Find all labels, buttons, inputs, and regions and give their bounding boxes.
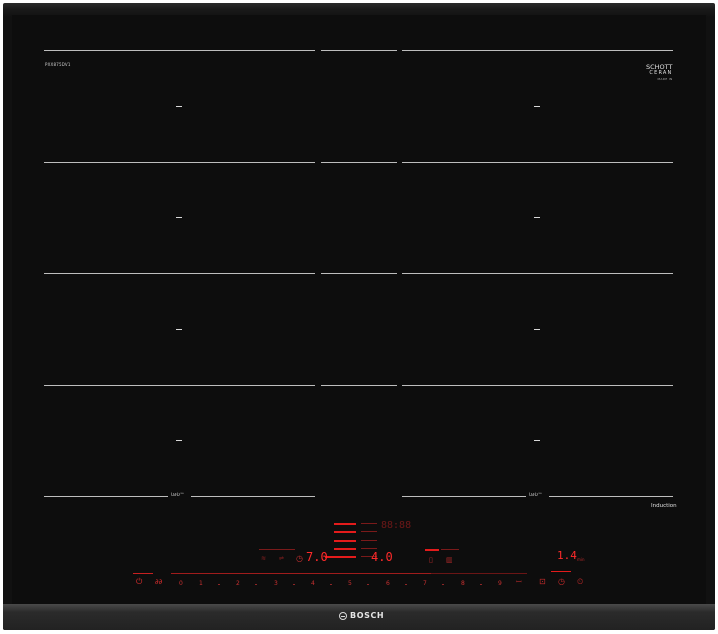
scale-dot [367,584,369,585]
child-lock-button[interactable]: ∂∂ [155,578,162,586]
power-level-7[interactable]: 7 [423,580,427,587]
zone-line [44,50,315,51]
bosch-logo-text: BOSCH [350,611,385,620]
mid-icon: ▯ [429,556,433,564]
power-level-2[interactable]: 2 [236,580,240,587]
boost-button[interactable]: ꟷ [516,578,522,586]
zone-line [321,273,397,274]
mid-icon: ▥ [446,556,453,564]
zone-level-bar [334,540,356,542]
power-level-4[interactable]: 4 [311,580,315,587]
ceramic-glass-surface [12,15,706,609]
zone-center-mark [176,329,182,330]
zone-line [402,50,673,51]
left-display-line [259,549,295,550]
zone-level-bar [334,531,356,533]
power-level-8[interactable]: 8 [461,580,465,587]
flex-zone-label-left: Ʋ∂Ʋ™ [171,493,185,498]
zone-line [321,385,397,386]
zone-line [191,496,315,497]
left-tag-icon: ⇌ [279,555,285,562]
clock-icon: ◷ [296,554,303,563]
zone-center-mark [534,329,540,330]
power-level-1[interactable]: 1 [199,580,203,587]
scale-dot [442,584,444,585]
zone-center-mark [534,440,540,441]
zone-line [44,385,315,386]
schott-small-text: MADE IN [657,77,673,81]
zone-level-bar [325,556,356,558]
scale-dot [255,584,257,585]
cooktop: PXX875DV1 SCHOTT CERAN MADE IN Ʋ∂Ʋ™ Ʋ∂Ʋ™… [3,3,715,630]
zone-level-bar-dim [361,523,377,524]
power-level-3[interactable]: 3 [274,580,278,587]
scale-dot [293,584,295,585]
scale-dot [405,584,407,585]
zone-center-mark [176,106,182,107]
power-button[interactable]: ⏻ [136,578,142,586]
zone-line [44,162,315,163]
zone-line [321,162,397,163]
left-zone-level: 7.0 [306,550,328,564]
zone-center-mark [534,106,540,107]
top-readout: 88:88 [381,520,412,531]
zone-center-mark [176,440,182,441]
bosch-logo: BOSCH [339,611,384,620]
schott-ceran-logo: SCHOTT CERAN MADE IN [646,64,673,82]
zone-level-bar-dim [361,548,377,549]
timer-indicator [551,571,571,572]
zone-line [44,496,168,497]
zone-line [321,50,397,51]
zone-line [402,385,673,386]
power-level-5[interactable]: 5 [348,580,352,587]
zone-line [402,162,673,163]
timer-button[interactable]: ◷ [558,578,565,586]
power-level-6[interactable]: 6 [386,580,390,587]
mid-indicator-line [441,549,459,550]
power-level-0[interactable]: 0 [179,580,183,587]
zone-level-bar-dim [361,531,377,532]
flex-zone-label-right: Ʋ∂Ʋ™ [529,493,543,498]
control-track-left [133,573,153,574]
model-print: PXX875DV1 [45,62,71,67]
left-tag-icon: ≋ [261,555,267,562]
scale-dot [330,584,332,585]
induction-label: Induction [651,503,677,509]
control-track-dim [431,573,527,574]
zone-line [549,496,673,497]
zone-line [402,496,526,497]
zone-level-bar [334,523,356,525]
zone-center-mark [534,217,540,218]
zone-center-mark [176,217,182,218]
stopwatch-button[interactable]: ⏲ [577,578,583,586]
scale-dot [480,584,482,585]
center-zone-level: 4.0 [371,550,393,564]
bosch-logo-icon [339,611,347,620]
right-timer-unit: min [577,557,585,562]
wipe-protect-button[interactable]: ⊡ [539,578,546,586]
zone-level-bar-dim [361,540,377,541]
control-track [171,573,431,574]
scale-dot [218,584,220,585]
right-timer-readout: 1.4 [557,549,577,562]
zone-level-bar [334,548,356,550]
power-level-9[interactable]: 9 [498,580,502,587]
zone-line [402,273,673,274]
mid-indicator-bar [425,549,439,551]
zone-line [44,273,315,274]
